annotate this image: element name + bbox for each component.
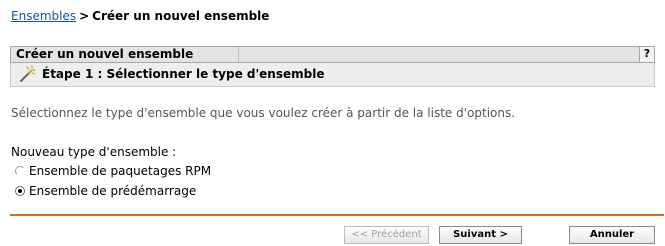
breadcrumb-link-ensembles[interactable]: Ensembles	[11, 9, 76, 23]
panel-title: Créer un nouvel ensemble	[11, 47, 239, 62]
radio-label-rpm: Ensemble de paquetages RPM	[29, 164, 212, 178]
cancel-button[interactable]: Annuler	[569, 226, 655, 244]
wand-icon	[20, 65, 36, 82]
instructions-text: Sélectionnez le type d'ensemble que vous…	[11, 106, 516, 120]
radio-option-rpm[interactable]: Ensemble de paquetages RPM	[15, 163, 211, 179]
radio-label-preboot: Ensemble de prédémarrage	[29, 184, 197, 198]
bundle-type-label: Nouveau type d'ensemble :	[11, 145, 177, 159]
footer-divider	[10, 214, 664, 216]
help-button[interactable]: ?	[639, 47, 654, 62]
breadcrumb-separator: >	[79, 9, 90, 23]
radio-option-preboot[interactable]: Ensemble de prédémarrage	[15, 183, 196, 199]
panel-header: Créer un nouvel ensemble ?	[10, 46, 655, 63]
next-button[interactable]: Suivant >	[439, 226, 522, 244]
breadcrumb-current: Créer un nouvel ensemble	[92, 9, 270, 23]
previous-button[interactable]: << Précédent	[344, 226, 429, 244]
step-bar: Étape 1 : Sélectionner le type d'ensembl…	[10, 63, 655, 87]
step-title: Étape 1 : Sélectionner le type d'ensembl…	[42, 67, 325, 81]
radio-button-preboot[interactable]	[15, 185, 25, 196]
breadcrumb: Ensembles > Créer un nouvel ensemble	[11, 9, 269, 23]
radio-button-rpm[interactable]	[15, 165, 25, 176]
